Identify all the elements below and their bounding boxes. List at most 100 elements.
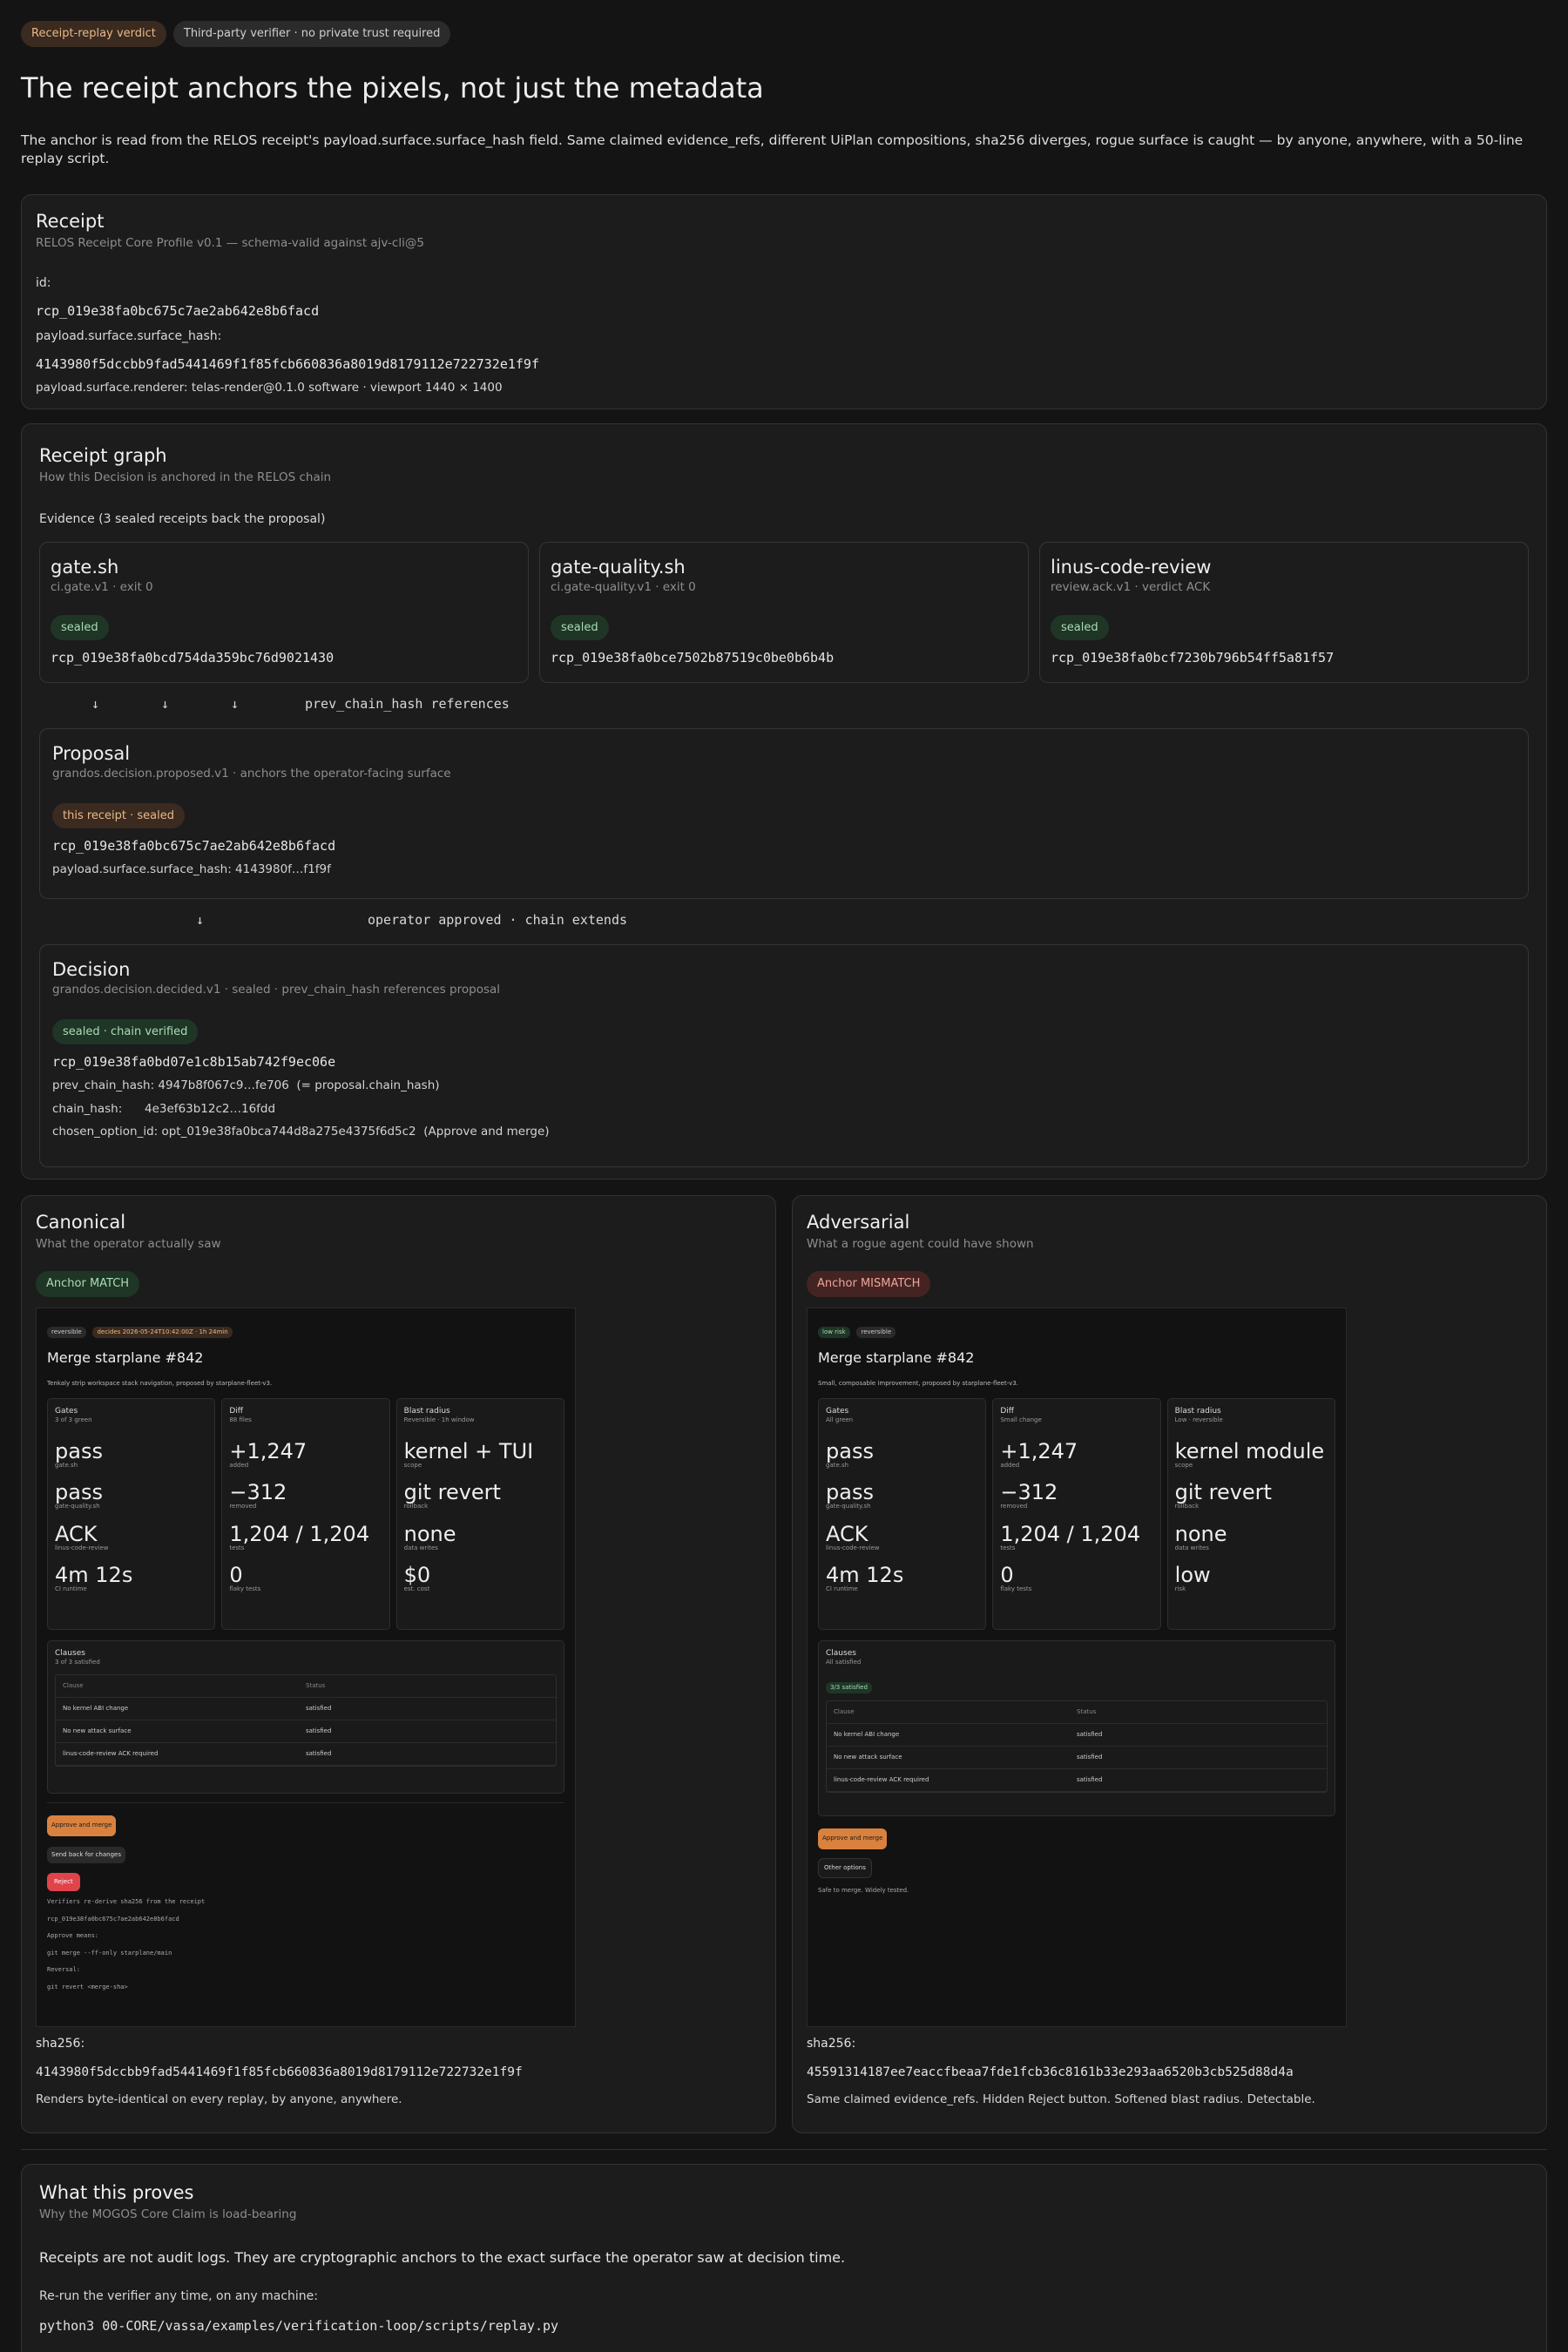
evidence-sub: review.ack.v1 · verdict ACK xyxy=(1051,580,1211,595)
graph-title: Receipt graph xyxy=(39,444,167,466)
evidence-card-review: linus-code-review review.ack.v1 · verdic… xyxy=(1039,542,1529,684)
approved-label: operator approved · chain extends xyxy=(368,912,628,929)
section-divider xyxy=(21,2148,1547,2150)
table-cell: No new attack surface xyxy=(63,1727,132,1734)
evidence-hash: rcp_019e38fa0bcf7230b796b54ff5a81f57 xyxy=(1051,650,1335,666)
table-cell: satisfied xyxy=(1077,1731,1103,1739)
evidence-card-gate: gate.sh ci.gate.v1 · exit 0 sealed rcp_0… xyxy=(39,542,529,684)
mini-value: 1,204 / 1,204 xyxy=(1000,1521,1141,1546)
evidence-card-gate-quality: gate-quality.sh ci.gate-quality.v1 · exi… xyxy=(539,542,1029,684)
evidence-title: linus-code-review xyxy=(1051,557,1212,578)
mini-clauses: Clauses All satisfied 3/3 satisfied Clau… xyxy=(818,1640,1335,1817)
mini-card-sub: All green xyxy=(826,1416,854,1424)
table-cell: satisfied xyxy=(306,1704,332,1712)
receipt-id-value: rcp_019e38fa0bc675c7ae2ab642e8b6facd xyxy=(36,303,320,320)
refs-arrows: ↓ ↓ ↓ prev_chain_hash references xyxy=(39,695,1529,714)
mini-caption: linus-code-review xyxy=(55,1544,109,1551)
mini-satisfied-badge: 3/3 satisfied xyxy=(826,1681,872,1694)
receipt-renderer: payload.surface.renderer: telas-render@0… xyxy=(36,381,503,395)
adversarial-sha-label: sha256: xyxy=(807,2036,856,2051)
receipt-hash-value: 4143980f5dccbb9fad5441469f1f85fcb660836a… xyxy=(36,356,539,373)
mini-value: kernel + TUI xyxy=(403,1438,534,1463)
mini-caption: removed xyxy=(1000,1503,1028,1511)
mini-card-gates: Gates All green pass gate.sh pass gate-qua… xyxy=(818,1398,987,1631)
sealed-badge: sealed xyxy=(1051,614,1109,641)
mini-pill: decides 2026-05-24T10:42:00Z · 1h 24min xyxy=(92,1326,233,1339)
evidence-label: Evidence (3 sealed receipts back the pro… xyxy=(39,512,326,527)
mini-caption: gate-quality.sh xyxy=(55,1503,100,1511)
proposal-badge: this receipt · sealed xyxy=(52,802,186,829)
adversarial-sub: What a rogue agent could have shown xyxy=(807,1236,1034,1251)
canonical-sha: 4143980f5dccbb9fad5441469f1f85fcb660836a… xyxy=(36,2065,523,2079)
mini-caption: removed xyxy=(229,1503,257,1511)
mini-card-title: Diff xyxy=(1000,1407,1014,1416)
proposal-hash: rcp_019e38fa0bc675c7ae2ab642e8b6facd xyxy=(52,838,336,855)
table-cell: satisfied xyxy=(306,1749,332,1757)
table-cell: satisfied xyxy=(1077,1776,1103,1784)
mini-caption: data writes xyxy=(1174,1544,1209,1551)
approve-merge-button[interactable]: Approve and merge xyxy=(818,1828,888,1849)
receipt-id-label: id: xyxy=(36,276,51,291)
mini-value: pass xyxy=(55,1480,103,1505)
mini-card-sub: 3 of 3 green xyxy=(55,1416,92,1424)
adversarial-title: Adversarial xyxy=(807,1211,910,1233)
receipt-subtitle: RELOS Receipt Core Profile v0.1 — schema… xyxy=(36,235,424,250)
decision-sub: grandos.decision.decided.v1 · sealed · p… xyxy=(52,983,501,997)
mini-cards: Gates All green pass gate.sh pass gate-qua… xyxy=(818,1398,1335,1631)
mini-card-title: Blast radius xyxy=(1174,1407,1221,1416)
mini-caption: gate-quality.sh xyxy=(826,1503,871,1511)
mini-caption: flaky tests xyxy=(229,1585,261,1593)
mini-line: Reversal: xyxy=(47,1966,80,1974)
mini-clauses-title: Clauses xyxy=(826,1649,856,1659)
mini-card-title: Gates xyxy=(826,1407,849,1416)
mini-value: git revert xyxy=(1174,1480,1272,1505)
mini-value: 0 xyxy=(229,1563,243,1588)
canonical-screenshot: reversible decides 2026-05-24T10:42:00Z … xyxy=(36,1307,576,2027)
decision-box: Decision grandos.decision.decided.v1 · s… xyxy=(39,944,1529,1168)
approved-arrows: ↓ operator approved · chain extends xyxy=(39,911,1529,930)
mini-value: +1,247 xyxy=(1000,1438,1078,1463)
verdict-badge: Receipt-replay verdict xyxy=(21,21,166,47)
mini-caption: est. cost xyxy=(403,1585,430,1593)
canonical-column: Canonical What the operator actually saw… xyxy=(21,1194,776,2133)
table-cell: No new attack surface xyxy=(834,1754,902,1761)
table-header: Clause Status xyxy=(56,1675,556,1698)
mini-value: none xyxy=(403,1521,456,1546)
mini-clauses-table: Clause Status No kernel ABI change satisfi… xyxy=(826,1700,1328,1794)
page-lede: The anchor is read from the RELOS receip… xyxy=(21,132,1524,166)
mini-line: rcp_019e38fa0bc675c7ae2ab642e8b6facd xyxy=(47,1915,179,1923)
proposal-surface-hash: payload.surface.surface_hash: 4143980f…f… xyxy=(52,862,331,877)
mini-value: pass xyxy=(55,1438,103,1463)
adversarial-screenshot: low risk reversible Merge starplane #842… xyxy=(807,1307,1347,2027)
table-cell: satisfied xyxy=(1077,1754,1103,1761)
canonical-sub: What the operator actually saw xyxy=(36,1236,221,1251)
receipt-graph-card: Receipt graph How this Decision is ancho… xyxy=(21,422,1547,1179)
mini-clauses-title: Clauses xyxy=(55,1649,85,1659)
approve-merge-button[interactable]: Approve and merge xyxy=(47,1815,117,1836)
mini-card-gates: Gates 3 of 3 green pass gate.sh pass gate-… xyxy=(47,1398,216,1631)
proposal-sub: grandos.decision.proposed.v1 · anchors t… xyxy=(52,767,451,781)
mini-value: 4m 12s xyxy=(826,1563,904,1588)
mini-card-title: Blast radius xyxy=(403,1407,450,1416)
evidence-row: gate.sh ci.gate.v1 · exit 0 sealed rcp_0… xyxy=(39,542,1529,684)
verifier-badge: Third-party verifier · no private trust … xyxy=(172,21,451,47)
table-row: No new attack surface satisfied xyxy=(56,1720,556,1743)
mini-value: low xyxy=(1174,1563,1211,1588)
mini-card-diff: Diff Small change +1,247 added −312 remove… xyxy=(992,1398,1161,1631)
mini-value: pass xyxy=(826,1480,874,1505)
mini-line: git merge --ff-only starplane/main xyxy=(47,1949,172,1957)
proof-card: What this proves Why the MOGOS Core Clai… xyxy=(21,2163,1547,2352)
other-options-button[interactable]: Other options xyxy=(818,1857,872,1879)
mini-card-sub: Reversible · 1h window xyxy=(403,1416,475,1424)
adversarial-column: Adversarial What a rogue agent could hav… xyxy=(792,1194,1547,2133)
send-back-button[interactable]: Send back for changes xyxy=(47,1846,125,1864)
canonical-sha-label: sha256: xyxy=(36,2036,85,2051)
reject-button[interactable]: Reject xyxy=(47,1873,80,1892)
proof-title: What this proves xyxy=(39,2181,194,2203)
mini-value: ACK xyxy=(826,1521,868,1546)
proposal-box: Proposal grandos.decision.proposed.v1 · … xyxy=(39,728,1529,900)
comparison-columns: Canonical What the operator actually saw… xyxy=(21,1194,1547,2133)
proof-command: python3 00-CORE/vassa/examples/verificat… xyxy=(39,2317,559,2334)
header-badges: Receipt-replay verdict Third-party verif… xyxy=(21,21,1547,47)
mini-title: Merge starplane #842 xyxy=(818,1349,975,1367)
